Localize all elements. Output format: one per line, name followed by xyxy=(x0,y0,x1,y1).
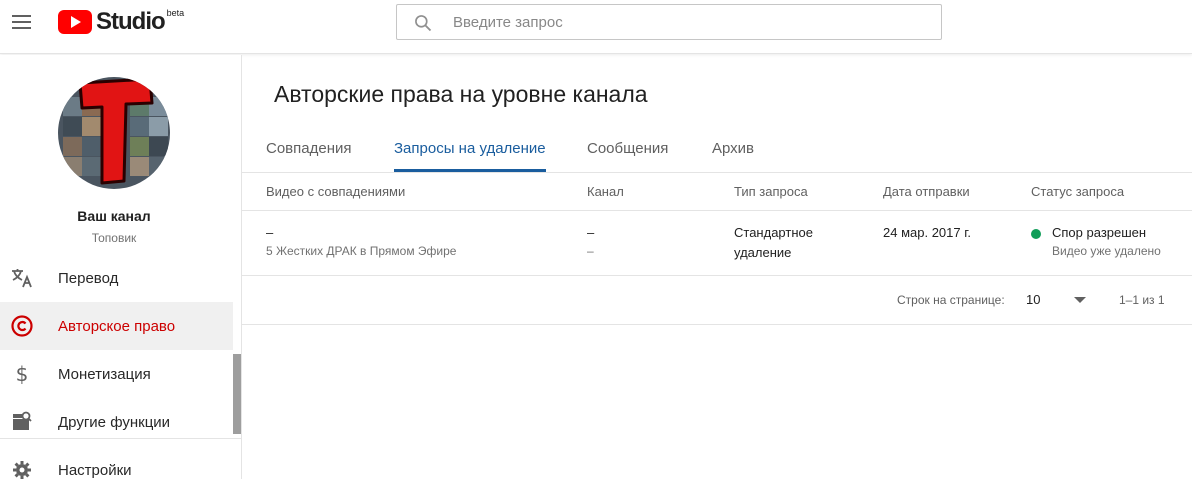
channel-value: – xyxy=(587,225,595,240)
status-dot-icon xyxy=(1031,229,1041,239)
request-type-line1: Стандартное xyxy=(734,225,813,240)
submission-date: 24 мар. 2017 г. xyxy=(883,225,971,240)
tab-archive[interactable]: Архив xyxy=(712,124,754,172)
sidebar-item-translation[interactable]: Перевод xyxy=(0,254,233,302)
channel-value-secondary: – xyxy=(587,244,594,258)
youtube-studio-logo[interactable]: Studio beta xyxy=(58,8,185,35)
channel-name: Ваш канал xyxy=(77,208,151,224)
search-input[interactable] xyxy=(453,5,923,39)
video-title: – xyxy=(266,225,274,240)
column-header-status[interactable]: Статус запроса xyxy=(1031,184,1124,199)
hamburger-menu-icon[interactable] xyxy=(10,10,34,34)
dollar-icon: $ xyxy=(15,362,29,386)
beta-badge: beta xyxy=(166,8,185,18)
rows-per-page-value: 10 xyxy=(1026,292,1041,307)
pagination-bar: Строк на странице: 10 1–1 из 1 xyxy=(242,276,1192,325)
column-header-channel[interactable]: Канал xyxy=(587,184,624,199)
sidebar-item-label: Монетизация xyxy=(58,365,151,383)
tab-matches[interactable]: Совпадения xyxy=(266,124,352,172)
table-header: Видео с совпадениями Канал Тип запроса Д… xyxy=(242,173,1192,211)
sidebar: Ваш канал Топовик Перевод Авторское прав… xyxy=(0,55,242,479)
sidebar-item-label: Авторское право xyxy=(58,317,176,335)
youtube-play-icon xyxy=(58,10,92,34)
request-type-line2: удаление xyxy=(734,245,792,260)
video-subtitle[interactable]: 5 Жестких ДРАК в Прямом Эфире xyxy=(266,244,456,258)
sidebar-item-settings[interactable]: Настройки xyxy=(0,446,233,479)
status-text: Спор разрешен xyxy=(1052,225,1147,240)
sidebar-divider xyxy=(0,438,241,439)
sidebar-scrollbar[interactable] xyxy=(233,354,241,434)
sidebar-item-label: Настройки xyxy=(58,461,132,479)
sidebar-item-label: Другие функции xyxy=(58,413,171,431)
search-box[interactable] xyxy=(396,4,942,40)
column-header-date[interactable]: Дата отправки xyxy=(883,184,970,199)
tab-bar: Совпадения Запросы на удаление Сообщения… xyxy=(242,124,1192,173)
status-detail: Видео уже удалено xyxy=(1052,244,1161,258)
sidebar-item-label: Перевод xyxy=(58,269,119,287)
other-features-icon xyxy=(10,410,34,434)
copyright-icon xyxy=(10,314,34,338)
rows-per-page-select[interactable]: 10 xyxy=(1026,288,1088,312)
channel-logo-letter-t xyxy=(78,77,154,185)
rows-per-page-label: Строк на странице: xyxy=(897,293,1005,307)
table-row[interactable]: – 5 Жестких ДРАК в Прямом Эфире – – Стан… xyxy=(242,211,1192,276)
page-range: 1–1 из 1 xyxy=(1119,293,1165,307)
page-title: Авторские права на уровне канала xyxy=(274,81,648,107)
sidebar-item-monetization[interactable]: $ Монетизация xyxy=(0,350,233,398)
tab-messages[interactable]: Сообщения xyxy=(587,124,668,172)
gear-icon xyxy=(10,458,34,479)
search-icon[interactable] xyxy=(413,13,433,33)
logo-text: Studio xyxy=(96,8,166,35)
column-header-request-type[interactable]: Тип запроса xyxy=(734,184,808,199)
tab-takedown-requests[interactable]: Запросы на удаление xyxy=(394,124,546,172)
sidebar-item-copyright[interactable]: Авторское право xyxy=(0,302,233,350)
channel-avatar[interactable] xyxy=(58,77,170,189)
top-bar: Studio beta xyxy=(0,0,1192,54)
column-header-video[interactable]: Видео с совпадениями xyxy=(266,184,405,199)
dropdown-arrow-icon xyxy=(1074,297,1086,303)
translate-icon xyxy=(10,266,34,290)
channel-subtitle: Топовик xyxy=(91,231,137,245)
